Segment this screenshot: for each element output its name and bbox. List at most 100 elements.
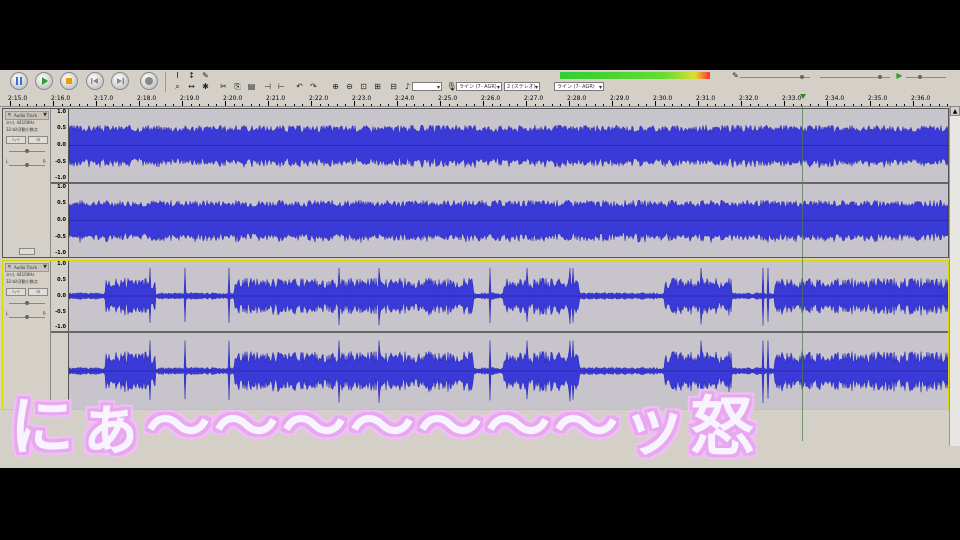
pan-slider[interactable] [9,163,45,167]
audio-track[interactable]: ✕ Audio Track ▼ ｽﾃﾚｵ, 44100Hz 32-bit浮動小数… [2,108,949,258]
ruler-tick [913,101,914,106]
y-label: 0.0 [57,217,66,223]
toolbar-separator [165,72,166,92]
track-control-panel: ✕ Audio Track ▼ ｽﾃﾚｵ, 44100Hz 32-bit浮動小数… [3,109,51,257]
ruler-tick [250,104,252,106]
selection-tool-icon[interactable]: I [172,71,183,81]
track-header[interactable]: ✕ Audio Track ▼ [5,263,49,272]
pan-left-label: L [6,311,9,316]
collapse-track-button[interactable] [19,248,35,255]
timeline-ruler[interactable]: 2:15.0 2:16.0 2:17.0 2:18.0 2:19.0 2:20.0 2:21… [0,94,960,107]
solo-button[interactable]: ｿﾛ [28,288,48,296]
timeshift-tool-icon[interactable]: ↔ [186,82,197,92]
ruler-tick [594,104,596,106]
ruler-tick [818,104,820,106]
scroll-up-icon[interactable]: ▲ [950,106,960,116]
zoom-toggle-icon[interactable]: ⊟ [388,82,399,92]
copy-icon[interactable]: ⎘ [232,82,243,92]
track-menu-icon[interactable]: ▼ [43,264,47,271]
waveform[interactable] [69,109,948,182]
y-label: -1.0 [55,175,66,181]
close-track-icon[interactable]: ✕ [6,264,13,271]
waveform[interactable] [69,184,948,257]
output-device-select[interactable]: ライン (7- AGR) [554,82,604,91]
solo-button[interactable]: ｿﾛ [28,136,48,144]
track-header[interactable]: ✕ Audio Track ▼ [5,111,49,120]
y-label: -1.0 [55,324,66,330]
y-label: -0.5 [55,309,66,315]
stop-icon [66,78,72,84]
close-track-icon[interactable]: ✕ [6,112,13,119]
fit-selection-icon[interactable]: ⊡ [358,82,369,92]
fit-project-icon[interactable]: ⊞ [372,82,383,92]
track-format: ｽﾃﾚｵ, 44100Hz [6,120,35,125]
redo-icon[interactable]: ↷ [308,82,319,92]
pan-right-label: R [43,159,46,164]
track-channel-right[interactable]: 1.0 0.5 0.0 -0.5 -1.0 [51,184,948,257]
ruler-tick [414,104,416,106]
envelope-tool-icon[interactable]: ↕ [186,71,197,81]
zoom-in-icon[interactable]: ⊕ [330,82,341,92]
waveform-shape [69,267,948,326]
track-menu-icon[interactable]: ▼ [43,112,47,119]
track-channel-left[interactable]: 1.0 0.5 0.0 -0.5 -1.0 [51,109,948,182]
pause-icon [16,77,22,85]
ruler-tick [655,101,656,106]
channels-select[interactable]: 2 (ステレオ) [504,82,540,91]
y-label: 0.5 [57,125,66,131]
undo-icon[interactable]: ↶ [294,82,305,92]
stop-button[interactable] [60,72,78,90]
skip-to-end-button[interactable] [111,72,129,90]
pan-right-label: R [43,311,46,316]
skip-to-start-button[interactable] [86,72,104,90]
paste-icon[interactable]: ▤ [246,82,257,92]
play-icon [42,77,48,85]
mute-button[interactable]: ﾐｭｰﾄ [6,136,26,144]
waveform[interactable] [69,261,948,331]
ruler-tick [612,101,613,106]
play-button[interactable] [35,72,53,90]
ruler-tick [431,104,433,106]
pan-left-label: L [6,159,9,164]
mute-button[interactable]: ﾐｭｰﾄ [6,288,26,296]
gain-slider[interactable] [9,301,45,305]
ruler-tick [620,104,622,106]
y-label: -0.5 [55,234,66,240]
vertical-scrollbar[interactable]: ▲ [949,106,960,446]
play-speed-slider[interactable] [906,75,946,79]
output-volume-slider[interactable] [820,75,890,79]
skip-end-icon [117,78,124,84]
ruler-tick [698,101,699,106]
playhead-marker[interactable] [800,94,806,99]
cut-icon[interactable]: ✂ [218,82,229,92]
ruler-tick [895,104,897,106]
draw-tool-icon[interactable]: ✎ [200,71,211,81]
pan-slider[interactable] [9,315,45,319]
input-device-select[interactable]: ライン (7- AGR) [456,82,502,91]
toolbar: I ↕ ✎ ⌕ ↔ ✱ ✂ ⎘ ▤ ⊣ ⊢ ↶ ↷ ⊕ ⊖ ⊡ ⊞ ⊟ ♪ 🎙 … [0,70,960,95]
input-volume-slider[interactable] [740,75,810,79]
ruler-tick [827,101,828,106]
host-select[interactable] [412,82,442,91]
silence-icon[interactable]: ⊢ [276,82,287,92]
ruler-tick [276,104,278,106]
ruler-tick [311,101,312,106]
ruler-tick [302,104,304,106]
ruler-tick [629,104,631,106]
waveform-shape [69,199,948,243]
trim-icon[interactable]: ⊣ [262,82,273,92]
ruler-tick [405,104,407,106]
track-channel-left[interactable]: 1.0 0.5 0.0 -0.5 -1.0 [51,261,948,331]
multi-tool-icon[interactable]: ✱ [200,82,211,92]
ruler-tick [500,104,502,106]
ruler-tick [10,101,11,106]
gain-slider[interactable] [9,149,45,153]
zoom-tool-icon[interactable]: ⌕ [172,82,183,92]
play-at-speed-icon[interactable]: ▶ [894,71,905,81]
ruler-tick [749,104,751,106]
ruler-tick [646,104,648,106]
ruler-tick [852,104,854,106]
record-button[interactable] [140,72,158,90]
pause-button[interactable] [10,72,28,90]
zoom-out-icon[interactable]: ⊖ [344,82,355,92]
